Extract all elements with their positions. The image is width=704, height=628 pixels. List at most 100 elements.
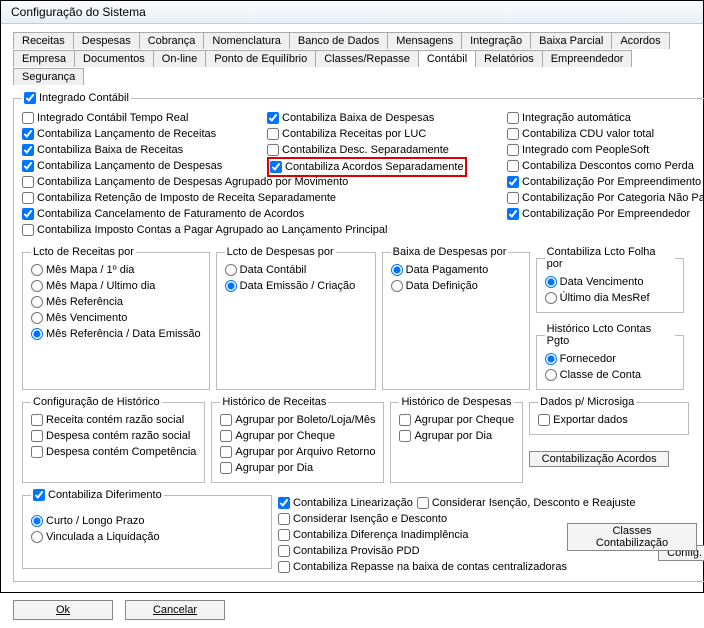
lcto-rec-2-row[interactable]: Mês Referência	[31, 294, 201, 310]
chk-contabiliza-retenc-a-o-de-imposto-de-rec-checkbox[interactable]	[22, 192, 34, 204]
lcto-rec-0-radio[interactable]	[31, 264, 43, 276]
contab-repasse-row[interactable]: Contabiliza Repasse na baixa de contas c…	[278, 559, 704, 575]
chk-contabilizac-a-o-por-empreendimento-checkbox[interactable]	[507, 176, 519, 188]
integrado-contabil-checkbox[interactable]	[24, 92, 36, 104]
baixa-desp-1-row[interactable]: Data Definição	[391, 278, 521, 294]
hist-desp-agrupar-por-cheque-row[interactable]: Agrupar por Cheque	[399, 412, 514, 428]
tab-banco-de-dados[interactable]: Banco de Dados	[289, 32, 388, 49]
hist-desp-agrupar-por-dia-checkbox[interactable]	[399, 430, 411, 442]
chk-integrado-conta-bil-tempo-real-checkbox[interactable]	[22, 112, 34, 124]
baixa-desp-1-radio[interactable]	[391, 280, 403, 292]
lcto-rec-3-radio[interactable]	[31, 312, 43, 324]
tab-documentos[interactable]: Documentos	[74, 50, 154, 67]
chk-integrac-a-o-automa-tica-row[interactable]: Integração automática	[507, 110, 704, 126]
ok-button[interactable]: Ok	[13, 600, 113, 620]
hist-rec-agrupar-por-boleto-loja-me-s-checkbox[interactable]	[220, 414, 232, 426]
contab-folha-0-radio[interactable]	[545, 276, 557, 288]
dif-1-radio[interactable]	[31, 531, 43, 543]
tab-empresa[interactable]: Empresa	[13, 50, 75, 67]
considerar-isencao-desc-reajuste-checkbox[interactable]	[417, 497, 429, 509]
chk-contabiliza-cdu-valor-total-row[interactable]: Contabiliza CDU valor total	[507, 126, 704, 142]
conf-hist-despesa-conte-m-raza-o-social-checkbox[interactable]	[31, 430, 43, 442]
exportar-dados-checkbox[interactable]	[538, 414, 550, 426]
conf-hist-despesa-conte-m-compete-ncia-checkbox[interactable]	[31, 446, 43, 458]
lcto-rec-3-row[interactable]: Mês Vencimento	[31, 310, 201, 326]
baixa-desp-0-row[interactable]: Data Pagamento	[391, 262, 521, 278]
contab-linearizacao-row[interactable]: Contabiliza Linearização	[278, 495, 413, 511]
tab-on-line[interactable]: On-line	[153, 50, 206, 67]
lcto-rec-2-radio[interactable]	[31, 296, 43, 308]
hist-pgto-0-radio[interactable]	[545, 353, 557, 365]
lcto-rec-4-row[interactable]: Mês Referência / Data Emissão	[31, 326, 201, 342]
hist-desp-agrupar-por-cheque-checkbox[interactable]	[399, 414, 411, 426]
chk-contabiliza-lanc-amento-de-receitas-row[interactable]: Contabiliza Lançamento de Receitas	[22, 126, 267, 142]
hist-pgto-1-row[interactable]: Classe de Conta	[545, 367, 675, 383]
chk-contabiliza-lanc-amento-de-despesas-agru-checkbox[interactable]	[22, 176, 34, 188]
lcto-desp-1-row[interactable]: Data Emissão / Criação	[225, 278, 367, 294]
contab-folha-1-row[interactable]: Último dia MesRef	[545, 290, 675, 306]
contab-dif-inadimplencia-checkbox[interactable]	[278, 529, 290, 541]
exportar-dados-row[interactable]: Exportar dados	[538, 412, 680, 428]
chk-contabiliza-cdu-valor-total-checkbox[interactable]	[507, 128, 519, 140]
tab-baixa-parcial[interactable]: Baixa Parcial	[530, 32, 612, 49]
lcto-rec-1-radio[interactable]	[31, 280, 43, 292]
lcto-desp-0-radio[interactable]	[225, 264, 237, 276]
hist-pgto-0-row[interactable]: Fornecedor	[545, 351, 675, 367]
chk-contabiliza-baixa-de-despesas-checkbox[interactable]	[267, 112, 279, 124]
diferimento-legend[interactable]: Contabiliza Diferimento	[31, 489, 164, 501]
tab-integra-o[interactable]: Integração	[461, 32, 531, 49]
hist-pgto-1-radio[interactable]	[545, 369, 557, 381]
chk-contabiliza-descontos-como-perda-checkbox[interactable]	[507, 160, 519, 172]
chk-contabiliza-desc-separadamente-row[interactable]: Contabiliza Desc. Separadamente	[267, 142, 507, 158]
integrado-contabil-legend[interactable]: Integrado Contábil	[22, 92, 131, 104]
tab-mensagens[interactable]: Mensagens	[387, 32, 462, 49]
chk-contabiliza-lanc-amento-de-receitas-checkbox[interactable]	[22, 128, 34, 140]
hist-desp-agrupar-por-dia-row[interactable]: Agrupar por Dia	[399, 428, 514, 444]
chk-contabiliza-baixa-de-despesas-row[interactable]: Contabiliza Baixa de Despesas	[267, 110, 507, 126]
tab-empreendedor[interactable]: Empreendedor	[542, 50, 633, 67]
chk-contabiliza-desc-separadamente-checkbox[interactable]	[267, 144, 279, 156]
tab-cont-bil[interactable]: Contábil	[418, 50, 476, 67]
lcto-rec-4-radio[interactable]	[31, 328, 43, 340]
contab-folha-0-row[interactable]: Data Vencimento	[545, 274, 675, 290]
chk-contabilizac-a-o-por-empreendedor-checkbox[interactable]	[507, 208, 519, 220]
chk-contabiliza-imposto-contas-a-pagar-agrup-checkbox[interactable]	[22, 224, 34, 236]
tab-cobran-a[interactable]: Cobrança	[139, 32, 205, 49]
contab-folha-1-radio[interactable]	[545, 292, 557, 304]
cancel-button[interactable]: Cancelar	[125, 600, 225, 620]
conf-hist-receita-conte-m-raza-o-social-row[interactable]: Receita contém razão social	[31, 412, 196, 428]
baixa-desp-0-radio[interactable]	[391, 264, 403, 276]
chk-contabiliza-baixa-de-receitas-checkbox[interactable]	[22, 144, 34, 156]
hist-rec-agrupar-por-cheque-row[interactable]: Agrupar por Cheque	[220, 428, 375, 444]
chk-integrac-a-o-automa-tica-checkbox[interactable]	[507, 112, 519, 124]
lcto-desp-1-radio[interactable]	[225, 280, 237, 292]
conf-hist-despesa-conte-m-raza-o-social-row[interactable]: Despesa contém razão social	[31, 428, 196, 444]
contab-linearizacao-checkbox[interactable]	[278, 497, 290, 509]
considerar-isencao-desc-checkbox[interactable]	[278, 513, 290, 525]
hist-rec-agrupar-por-boleto-loja-me-s-row[interactable]: Agrupar por Boleto/Loja/Mês	[220, 412, 375, 428]
chk-contabiliza-lanc-amento-de-despesas-checkbox[interactable]	[22, 160, 34, 172]
hist-rec-agrupar-por-cheque-checkbox[interactable]	[220, 430, 232, 442]
chk-integrado-conta-bil-tempo-real-row[interactable]: Integrado Contábil Tempo Real	[22, 110, 267, 126]
hist-rec-agrupar-por-arquivo-retorno-checkbox[interactable]	[220, 446, 232, 458]
dif-0-radio[interactable]	[31, 515, 43, 527]
chk-contabiliza-baixa-de-receitas-row[interactable]: Contabiliza Baixa de Receitas	[22, 142, 267, 158]
dif-0-row[interactable]: Curto / Longo Prazo	[31, 513, 263, 529]
classes-contab-button[interactable]: Classes Contabilização	[567, 523, 697, 551]
chk-contabiliza-cancelamento-de-faturamento--checkbox[interactable]	[22, 208, 34, 220]
lcto-desp-0-row[interactable]: Data Contábil	[225, 262, 367, 278]
chk-contabilizac-a-o-por-categoria-na-o-padr-checkbox[interactable]	[507, 192, 519, 204]
chk-contabiliza-lanc-amento-de-despesas-row[interactable]: Contabiliza Lançamento de Despesas	[22, 158, 267, 174]
hist-rec-agrupar-por-dia-row[interactable]: Agrupar por Dia	[220, 460, 375, 476]
conf-hist-receita-conte-m-raza-o-social-checkbox[interactable]	[31, 414, 43, 426]
tab-classes-repasse[interactable]: Classes/Repasse	[315, 50, 419, 67]
chk-contabiliza-acordos-separadamente-row[interactable]: Contabiliza Acordos Separadamente	[270, 159, 464, 175]
tab-nomenclatura[interactable]: Nomenclatura	[203, 32, 289, 49]
chk-contabilizac-a-o-por-empreendimento-row[interactable]: Contabilização Por Empreendimento	[507, 174, 704, 190]
considerar-isencao-desc-reajuste-row[interactable]: Considerar Isenção, Desconto e Reajuste	[417, 495, 636, 511]
chk-contabiliza-receitas-por-luc-row[interactable]: Contabiliza Receitas por LUC	[267, 126, 507, 142]
lcto-rec-1-row[interactable]: Mês Mapa / Ultimo dia	[31, 278, 201, 294]
contab-provisao-pdd-checkbox[interactable]	[278, 545, 290, 557]
contab-repasse-checkbox[interactable]	[278, 561, 290, 573]
tab-seguran-a[interactable]: Segurança	[13, 68, 84, 85]
